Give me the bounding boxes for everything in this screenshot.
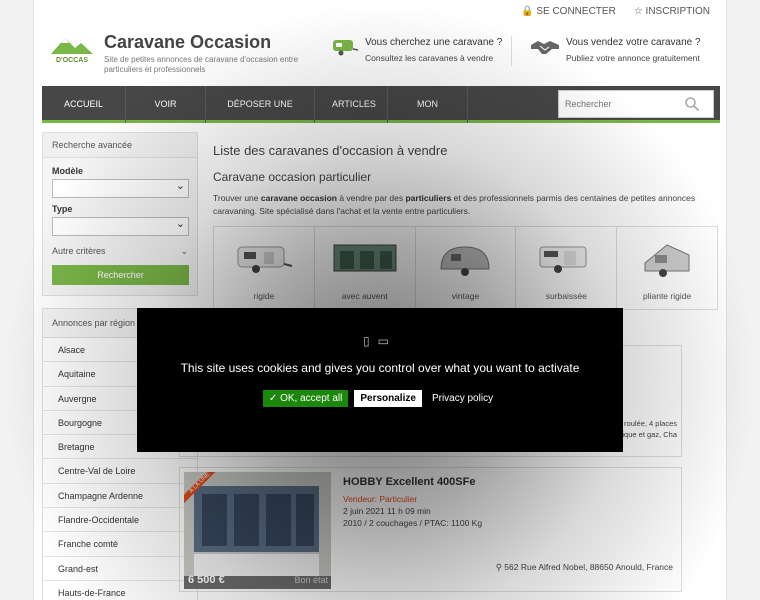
promo-divider bbox=[511, 36, 512, 66]
svg-text:D'OCCAS: D'OCCAS bbox=[56, 57, 88, 64]
register-label: INSCRIPTION bbox=[645, 6, 710, 17]
awning-photo bbox=[184, 472, 331, 589]
region-item[interactable]: Grand-est bbox=[43, 556, 197, 581]
other-criteria-label: Autre critères bbox=[52, 246, 106, 256]
region-item[interactable]: Champagne Ardenne bbox=[43, 483, 197, 509]
listing-location-text: 562 Rue Alfred Nobel, 88650 Anould, Fran… bbox=[504, 562, 673, 572]
promo-sell-title: Vous vendez votre caravane ? bbox=[566, 37, 701, 48]
location-pin-icon: ⚲ bbox=[495, 562, 502, 572]
page-subtitle: Caravane occasion particulier bbox=[213, 170, 372, 184]
intro-part: Trouver une bbox=[213, 193, 261, 203]
promo-buy-sub: Consultez les caravanes à vendre bbox=[365, 53, 494, 63]
type-rigide[interactable]: rigide bbox=[214, 226, 315, 309]
type-select[interactable] bbox=[52, 217, 189, 236]
caravan-awning-icon bbox=[333, 244, 397, 271]
model-select[interactable] bbox=[52, 179, 189, 198]
login-link[interactable]: 🔒 SE CONNECTER bbox=[521, 6, 616, 17]
listing-specs: 2010 / 2 couchages / PTAC: 1100 Kg bbox=[343, 518, 483, 528]
privacy-policy-link[interactable]: Privacy policy bbox=[428, 390, 497, 407]
nav-account[interactable]: MON COMPTE bbox=[388, 86, 468, 145]
nav-articles[interactable]: ARTICLES bbox=[315, 86, 388, 123]
type-label: vintage bbox=[451, 290, 480, 301]
handshake-icon bbox=[531, 41, 559, 54]
search-icon[interactable] bbox=[684, 96, 700, 112]
nav-view-all[interactable]: VOIR TOUT bbox=[126, 86, 206, 145]
main-content: Liste des caravanes d'occasion à vendre … bbox=[213, 132, 718, 310]
promo-buy[interactable]: Vous cherchez une caravane ? Consultez l… bbox=[331, 37, 502, 63]
type-label: pliante rigide bbox=[642, 290, 692, 301]
caravan-vintage-icon bbox=[440, 245, 490, 276]
page-title: Liste des caravanes d'occasion à vendre bbox=[213, 143, 448, 158]
site-logo[interactable]: D'OCCAS bbox=[49, 34, 95, 64]
listing-condition: Bon état bbox=[294, 575, 328, 585]
top-account-bar: 🔒 SE CONNECTER ☆ INSCRIPTION bbox=[521, 6, 710, 17]
listing-card[interactable]: A LA UNE 6 500 € Bon état HOBBY Excellen… bbox=[179, 467, 682, 592]
type-label: rigide bbox=[253, 290, 275, 301]
promo-buy-title: Vous cherchez une caravane ? bbox=[365, 37, 503, 48]
logo-mountain-icon: D'OCCAS bbox=[49, 38, 95, 64]
chevron-down-icon: ⌄ bbox=[180, 246, 188, 256]
caravan-lowered-icon bbox=[539, 246, 587, 273]
cookie-message: This site uses cookies and gives you con… bbox=[180, 361, 580, 375]
cookie-banner: ▯▭ This site uses cookies and gives you … bbox=[137, 308, 623, 452]
personalize-button[interactable]: Personalize bbox=[354, 390, 422, 408]
caravan-type-grid: rigide avec auvent vintage surbaissée pl… bbox=[213, 225, 718, 310]
site-title[interactable]: Caravane Occasion bbox=[104, 32, 271, 53]
nav-home[interactable]: ACCUEIL bbox=[42, 86, 126, 123]
intro-bold: caravane occasion bbox=[260, 193, 337, 203]
login-label: SE CONNECTER bbox=[536, 6, 616, 17]
type-awning[interactable]: avec auvent bbox=[315, 226, 416, 309]
intro-bold: particuliers bbox=[405, 193, 452, 203]
intro-text: Trouver une caravane occasion à vendre p… bbox=[213, 192, 718, 218]
type-folding[interactable]: pliante rigide bbox=[617, 227, 717, 309]
region-item[interactable]: Centre-Val de Loire bbox=[43, 459, 197, 484]
type-lowered[interactable]: surbaissée bbox=[516, 226, 618, 309]
listing-location: ⚲ 562 Rue Alfred Nobel, 88650 Anould, Fr… bbox=[496, 562, 673, 573]
type-vintage[interactable]: vintage bbox=[416, 226, 517, 309]
region-item[interactable]: Flandre-Occidentale bbox=[43, 508, 197, 533]
region-item[interactable]: Hauts-de-France bbox=[43, 580, 197, 600]
type-label: Type bbox=[52, 204, 73, 214]
other-criteria-toggle[interactable]: Autre critères ⌄ bbox=[52, 246, 188, 257]
listing-photo[interactable]: A LA UNE 6 500 € Bon état bbox=[184, 472, 331, 589]
type-label: surbaissée bbox=[545, 290, 587, 301]
search-box bbox=[558, 90, 714, 118]
region-item[interactable]: Franche comté bbox=[43, 532, 197, 557]
promo-sell[interactable]: Vous vendez votre caravane ? Publiez vot… bbox=[530, 37, 701, 63]
cookie-buttons: ✓ OK, accept all Personalize Privacy pol… bbox=[137, 390, 623, 408]
listing-price: 6 500 € bbox=[188, 574, 225, 586]
search-input[interactable] bbox=[559, 99, 684, 109]
cookie-icon: ▯ bbox=[363, 334, 378, 348]
document-icon: ▭ bbox=[377, 334, 397, 348]
cookie-icons: ▯▭ bbox=[137, 334, 623, 348]
main-nav: ACCUEIL VOIR TOUT DÉPOSER UNE ANNONCE AR… bbox=[42, 86, 720, 145]
listing-seller: Vendeur: Particulier bbox=[343, 494, 418, 504]
accept-all-button[interactable]: ✓ OK, accept all bbox=[262, 390, 349, 408]
advanced-search-title: Recherche avancée bbox=[43, 133, 197, 158]
site-subtitle: Site de petites annonces de caravane d'o… bbox=[104, 55, 299, 75]
caravan-icon bbox=[333, 40, 359, 56]
listing-title[interactable]: HOBBY Excellent 400SFe bbox=[343, 476, 475, 488]
listing-date: 2 juin 2021 11 h 09 min bbox=[343, 506, 431, 516]
nav-post-ad[interactable]: DÉPOSER UNE ANNONCE bbox=[206, 86, 315, 145]
register-link[interactable]: ☆ INSCRIPTION bbox=[634, 6, 710, 17]
sidebar-search-button[interactable]: Rechercher bbox=[52, 265, 189, 285]
intro-part: à vendre par des bbox=[336, 193, 406, 203]
type-label: avec auvent bbox=[341, 290, 388, 301]
model-label: Modèle bbox=[52, 166, 84, 176]
caravan-folding-icon bbox=[644, 243, 690, 277]
advanced-search-panel: Recherche avancée Modèle Type Autre crit… bbox=[42, 132, 198, 296]
caravan-rigid-icon bbox=[237, 246, 293, 273]
promo-sell-sub: Publiez votre annonce gratuitement bbox=[566, 53, 700, 63]
